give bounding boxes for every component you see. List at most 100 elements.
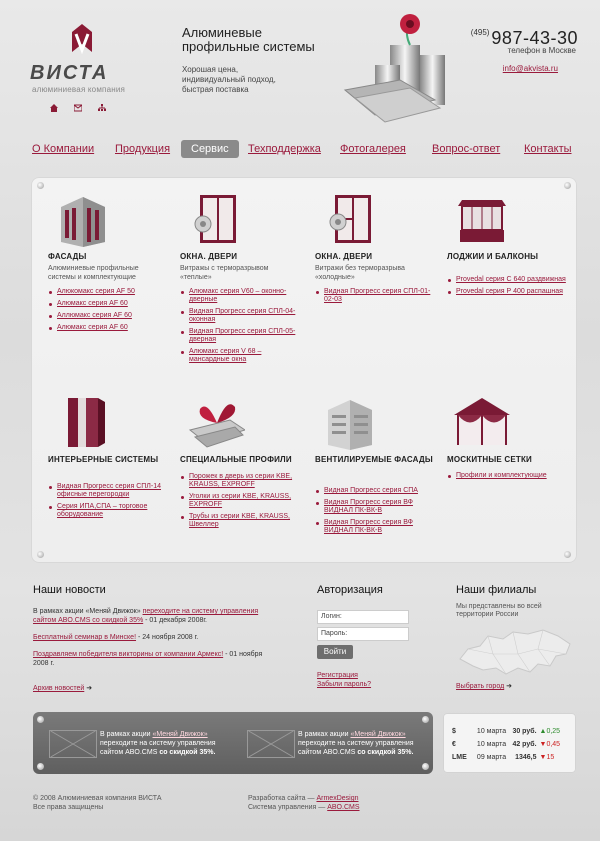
list-item: Видная Прогресс серия СПЛ-01-02-03 bbox=[315, 288, 435, 304]
nav-contacts[interactable]: Контакты bbox=[524, 140, 572, 158]
rights-text: Все права защищены bbox=[33, 804, 104, 811]
news-link[interactable]: Бесплатный семинар в Минске! bbox=[33, 634, 136, 641]
catalog-link[interactable]: Видная Прогресс серия СПЛ-01-02-03 bbox=[324, 288, 430, 303]
catalog-link[interactable]: Профили и комплектующие bbox=[456, 472, 547, 479]
catalog-title: МОСКИТНЫЕ СЕТКИ bbox=[447, 455, 532, 464]
catalog-link[interactable]: Видная Прогресс серия СПЛ-04-оконная bbox=[189, 308, 295, 323]
catalog-link[interactable]: Алюмакс серия AF 60 bbox=[57, 300, 128, 307]
branches-text: Мы представлены во всей территории Росси… bbox=[456, 603, 542, 618]
aluminium-profiles-image bbox=[343, 14, 445, 123]
catalog-link[interactable]: Видная Прогресс серия СПА bbox=[324, 487, 418, 494]
catalog-link[interactable]: Трубы из серии KBE, KRAUSS, Швеллер bbox=[189, 513, 290, 528]
catalog-link[interactable]: Аллюмакс серия AF 60 bbox=[57, 312, 132, 319]
catalog-link[interactable]: Видная Прогресс серия СПЛ-05- дверная bbox=[189, 328, 295, 343]
login-button[interactable]: Войти bbox=[317, 645, 353, 659]
news-link[interactable]: Поздравляем победителя викторины от комп… bbox=[33, 651, 223, 658]
catalog-link[interactable]: Видная Прогресс серия ВФ ВИДНАЛ ПК-ВК-В bbox=[324, 499, 413, 514]
news-date: - 01 декабря 2008г. bbox=[143, 617, 208, 624]
mail-icon[interactable] bbox=[73, 104, 83, 112]
cms-link[interactable]: ABO.CMS bbox=[327, 804, 359, 811]
company-logo[interactable]: ВИСТА алюминиевая компания bbox=[30, 22, 150, 97]
developer-link[interactable]: ArmexDesign bbox=[316, 795, 358, 802]
rate-change: ▲0,25 bbox=[540, 725, 568, 738]
promo-link[interactable]: «Меняй Движок» bbox=[351, 731, 406, 738]
header-icons bbox=[50, 104, 106, 112]
catalog-link[interactable]: Алюмакс серия V 68 – мансардные окна bbox=[189, 348, 261, 363]
catalog-link[interactable]: Видная Прогресс серия ВФ ВИДНАЛ ПК-ВК-В bbox=[324, 519, 413, 534]
currency-code: LME bbox=[452, 754, 467, 761]
promo-bar: В рамках акции «Меняй Движок» переходите… bbox=[33, 712, 433, 774]
nav-service[interactable]: Сервис bbox=[181, 140, 239, 158]
list-item: Видная Прогресс серия СПЛ-05- дверная bbox=[180, 328, 300, 344]
list-item: Видная Прогресс серия СПЛ-14 офисные пер… bbox=[48, 483, 168, 499]
nav-about[interactable]: О Компании bbox=[32, 140, 94, 158]
list-item: Порожек в дверь из серии KBE, KRAUSS, EX… bbox=[180, 473, 300, 489]
rate-row: $ 10 марта 30 руб. ▲0,25 bbox=[452, 725, 568, 738]
news-item: В рамках акции «Меняй Движок» переходите… bbox=[33, 607, 273, 625]
region-link[interactable]: Выбрать город bbox=[456, 683, 504, 690]
main-nav: О Компании Продукция Сервис Техподдержка… bbox=[30, 140, 576, 158]
catalog-title: СПЕЦИАЛЬНЫЕ ПРОФИЛИ bbox=[180, 455, 292, 464]
nav-support[interactable]: Техподдержка bbox=[248, 140, 321, 158]
region-select: Выбрать город ➜ bbox=[456, 682, 512, 690]
list-item: Алюмакс серия V60 – оконно-дверные bbox=[180, 288, 300, 304]
copyright-text: © 2008 Алюминиевая компания ВИСТА bbox=[33, 795, 162, 802]
screw-icon bbox=[37, 716, 44, 723]
rate-change-value: 0,25 bbox=[546, 728, 561, 735]
nav-gallery[interactable]: Фотогалерея bbox=[340, 140, 406, 158]
sitemap-icon[interactable] bbox=[98, 104, 106, 112]
email-link[interactable]: info@akvista.ru bbox=[470, 64, 558, 73]
list-item: Видная Прогресс серия СПА bbox=[315, 487, 435, 495]
nav-products[interactable]: Продукция bbox=[115, 140, 170, 158]
catalog-title: ЛОДЖИИ И БАЛКОНЫ bbox=[447, 252, 539, 261]
news-archive-link[interactable]: Архив новостей bbox=[33, 685, 84, 692]
catalog-title: ФАСАДЫ bbox=[48, 252, 87, 261]
catalog-link[interactable]: Видная Прогресс серия СПЛ-14 офисные пер… bbox=[57, 483, 161, 498]
promo-link[interactable]: «Меняй Движок» bbox=[153, 731, 208, 738]
screw-icon bbox=[564, 182, 571, 189]
image-placeholder-icon bbox=[247, 730, 295, 758]
catalog-link[interactable]: Уголки из серии KBE, KRAUSS, EXPROFF bbox=[189, 493, 291, 508]
screw-icon bbox=[37, 763, 44, 770]
rate-date: 10 марта bbox=[476, 728, 507, 735]
phone-number: 987-43-30 bbox=[491, 28, 578, 48]
nav-faq[interactable]: Вопрос-ответ bbox=[432, 140, 500, 158]
balcony-icon bbox=[458, 200, 506, 242]
catalog-link[interactable]: Provedal серия Р 400 распашная bbox=[456, 288, 563, 295]
forgot-password-link[interactable]: Забыли пароль? bbox=[317, 681, 371, 688]
site-slogan: Хорошая цена, индивидуальный подход, быс… bbox=[182, 65, 276, 94]
logo-word: ВИСТА bbox=[30, 62, 109, 84]
list-item: Provedal серия С 640 раздвижная bbox=[447, 276, 567, 284]
wardrobe-icon bbox=[68, 398, 105, 447]
catalog-link[interactable]: Алюмакс серия AF 60 bbox=[57, 324, 128, 331]
login-input[interactable]: Логин: bbox=[317, 610, 409, 624]
catalog-link[interactable]: Provedal серия С 640 раздвижная bbox=[456, 276, 566, 283]
rate-value: 1346,5 bbox=[515, 754, 537, 761]
register-link[interactable]: Регистрация bbox=[317, 672, 358, 679]
catalog-link[interactable]: Алюкомакс серия AF 50 bbox=[57, 288, 135, 295]
rate-change-value: 0,45 bbox=[546, 741, 561, 748]
promo-text: В рамках акции «Меняй Движок» переходите… bbox=[100, 730, 225, 757]
catalog-link[interactable]: Порожек в дверь из серии KBE, KRAUSS, EX… bbox=[189, 473, 292, 488]
catalog-link[interactable]: Алюмакс серия V60 – оконно-дверные bbox=[189, 288, 286, 303]
home-icon[interactable] bbox=[50, 104, 58, 112]
catalog-title: ВЕНТИЛИРУЕМЫЕ ФАСАДЫ bbox=[315, 455, 433, 464]
news-item: Поздравляем победителя викторины от комп… bbox=[33, 650, 273, 668]
logo-mark-icon bbox=[72, 24, 92, 55]
russia-map-icon[interactable] bbox=[458, 624, 573, 679]
auth-title: Авторизация bbox=[317, 584, 383, 596]
list-item: Аллюмакс серия AF 60 bbox=[48, 312, 168, 320]
password-input[interactable]: Пароль: bbox=[317, 627, 409, 641]
window-door-icon bbox=[329, 195, 371, 243]
news-text: В рамках акции «Меняй Движок» bbox=[33, 608, 143, 615]
list-item: Видная Прогресс серия СПЛ-04-оконная bbox=[180, 308, 300, 324]
list-item: Трубы из серии KBE, KRAUSS, Швеллер bbox=[180, 513, 300, 529]
screw-icon bbox=[422, 763, 429, 770]
catalog-desc: Витражи без терморазрыва «холодные» bbox=[315, 265, 405, 281]
rate-change-value: 15 bbox=[546, 754, 555, 761]
list-item: Уголки из серии KBE, KRAUSS, EXPROFF bbox=[180, 493, 300, 509]
footer-credits: Разработка сайта — ArmexDesign Система у… bbox=[248, 794, 360, 812]
catalog-link[interactable]: Серия ИПА,СПА – торговое оборудование bbox=[57, 503, 147, 518]
promo-pre: В рамках акции bbox=[100, 731, 153, 738]
list-item: Видная Прогресс серия ВФ ВИДНАЛ ПК-ВК-В bbox=[315, 519, 435, 535]
